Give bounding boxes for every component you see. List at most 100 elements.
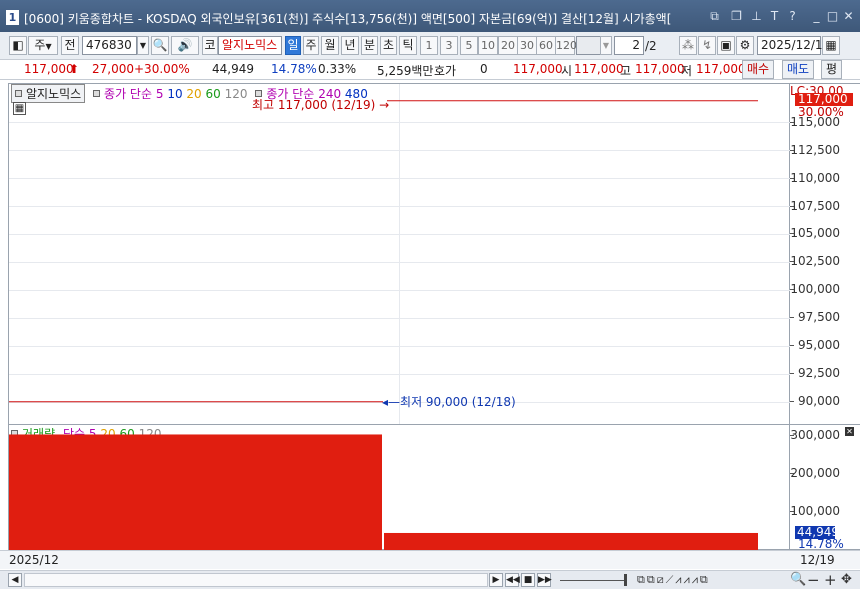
price-pane[interactable]: 알지노믹스 종가 단순 5 10 20 60 120 종가 단순 240 480… [9,84,790,424]
interval-1[interactable]: 1 [420,36,438,55]
app-number-badge: 1 [6,10,19,25]
price-tick-label: 112,500 [790,142,840,157]
window-title-bar: 1 [0600] 키움종합차트 - KOSDAQ 외국인보유[361(천)] 주… [0,0,860,32]
close-pane-icon[interactable]: ✕ [845,427,854,436]
price-tick-label: 97,500 [798,310,840,325]
volume-tick-label: 300,000 [790,428,840,443]
scroll-left-icon[interactable]: ◀ [8,573,22,587]
rewind-icon[interactable]: ◀◀ [505,573,520,587]
adjust-button[interactable]: 전 [61,36,79,55]
save-icon[interactable]: ▣ [717,36,735,55]
volume-tick-label: 100,000 [790,504,840,519]
close-icon[interactable]: ✕ [842,10,855,23]
stock-type-button[interactable]: 코 [202,36,218,55]
zoom-out-icon[interactable]: − [807,571,820,589]
page-input[interactable]: 2 [614,36,644,55]
buy-button[interactable]: 매수 [742,60,775,79]
interval-30[interactable]: 30 [517,36,537,55]
zoom-slider-thumb[interactable] [624,574,627,586]
date-end-label: 12/19 [800,553,835,567]
interval-custom-input[interactable] [576,36,602,55]
price-tick-label: 102,500 [790,254,840,269]
arrow-left-icon: ◂— [382,395,401,409]
copy-window-icon[interactable]: ❐ [730,10,743,23]
date-start-label: 2025/12 [9,553,59,567]
price-tick-label: 90,000 [798,393,840,408]
up-arrow-icon: ⬆ [69,62,80,76]
tab-year[interactable]: 년 [341,36,359,55]
speaker-icon[interactable]: 🔊 [171,36,199,55]
current-price: 117,000 [24,62,74,76]
volume-bar-12/18 [9,434,382,550]
maximize-icon[interactable]: □ [826,10,839,23]
ratio-value: 0.33% [318,62,357,76]
price-change-pct: +30.00% [134,62,190,76]
scroll-track[interactable] [24,573,488,587]
draw-tool-icon[interactable]: ↯ [698,36,716,55]
interval-120[interactable]: 120 [555,36,577,55]
date-axis: 2025/12 12/19 [0,550,860,569]
tab-week[interactable]: 주 [303,36,319,55]
zoom-icon[interactable]: 🔍 [790,572,806,587]
chart-area[interactable]: 알지노믹스 종가 단순 5 10 20 60 120 종가 단순 240 480… [8,83,790,550]
zoom-in-icon[interactable]: + [824,571,837,589]
price-tick-label: 92,500 [798,365,840,380]
stock-name-field[interactable]: 알지노믹스 [218,36,282,55]
chart-settings-icon[interactable]: ◧ [9,36,27,55]
page-total: /2 [645,39,657,53]
volume-plot [9,434,758,550]
low-label: 저 [681,64,693,78]
arrow-right-icon: → [379,98,390,112]
interval-3[interactable]: 3 [440,36,458,55]
tab-day[interactable]: 일 [285,36,301,55]
layout-icon[interactable]: ⧉ [708,10,721,23]
calendar-icon[interactable]: ▦ [822,36,840,55]
tab-month[interactable]: 월 [321,36,339,55]
pin-icon[interactable]: ⊥ [750,10,763,23]
tab-second[interactable]: 초 [380,36,397,55]
volume-tick-label: 200,000 [790,466,840,481]
window-title: [0600] 키움종합차트 - KOSDAQ 외국인보유[361(천)] 주식수… [24,12,672,26]
code-dropdown-icon[interactable]: ▼ [137,36,149,55]
zoom-slider-track[interactable] [560,580,624,581]
period-select-value: 주 [34,38,46,52]
evaluate-button[interactable]: 평 [821,60,843,79]
interval-5[interactable]: 5 [460,36,478,55]
low-annotation-text: 최저 90,000 (12/18) [400,395,516,409]
gear-icon[interactable]: ⚙ [736,36,754,55]
volume-bar-12/19 [384,532,758,550]
volume-pane[interactable]: 거래량 단순 5 20 60 120 [9,425,790,550]
tab-tick[interactable]: 틱 [399,36,417,55]
scroll-right-icon[interactable]: ▶ [489,573,503,587]
sell-button[interactable]: 매도 [782,60,815,79]
price-plot [9,100,758,403]
low-value: 117,000 [696,62,746,76]
stop-icon[interactable]: ■ [521,573,535,587]
interval-60[interactable]: 60 [536,36,556,55]
high-label: 고 [620,64,632,78]
compare-icon[interactable]: ⁂ [679,36,697,55]
expand-icon[interactable]: ✥ [841,572,852,587]
interval-10[interactable]: 10 [478,36,498,55]
volume-value: 44,949 [212,62,254,76]
price-repeat: 117,000 [513,62,563,76]
help-icon[interactable]: ? [786,10,799,23]
open-label: 시 [561,64,573,78]
drawing-tools-icon[interactable]: ⧉⧉⧄⟋⩘⩘⩘⧉ [637,573,710,587]
minimize-icon[interactable]: _ [810,10,823,23]
stock-code-input[interactable]: 476830 [82,36,137,55]
period-select[interactable]: 주▼ [28,36,58,55]
date-input[interactable]: 2025/12/19 [757,36,830,55]
price-tick-label: 105,000 [790,226,840,241]
price-tick-label: 115,000 [790,115,840,130]
interval-dropdown-icon[interactable]: ▼ [600,36,612,55]
chart-toolbar: ◧ 주▼ 전 476830 ▼ 🔍 🔊 코 알지노믹스 일 주 월 년 분 초 … [0,32,860,60]
turnover-pct: 14.78% [271,62,317,76]
interval-20[interactable]: 20 [498,36,518,55]
fast-forward-icon[interactable]: ▶▶ [537,573,552,587]
text-tool-icon[interactable]: T [768,10,781,23]
tab-minute[interactable]: 분 [361,36,378,55]
high-value: 117,000 [635,62,685,76]
chevron-down-icon: ▼ [45,42,52,51]
search-icon[interactable]: 🔍 [151,36,169,55]
